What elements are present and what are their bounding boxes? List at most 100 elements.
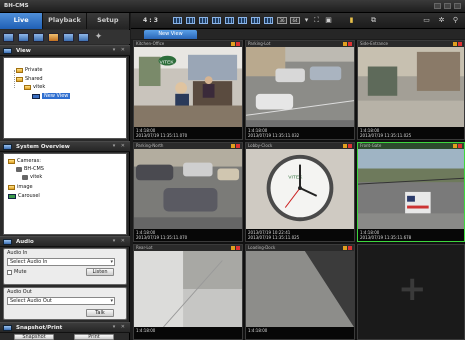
svg-text:VITEK: VITEK (160, 60, 175, 66)
view-tab-new-view[interactable]: New View (144, 30, 197, 39)
camera-tile-3[interactable]: Side-Entrance 1:4:18:00 2013/07/19 11:35:… (357, 40, 465, 140)
empty-camera-slot[interactable]: + (357, 244, 465, 340)
tile-footer: 1:4:18:00 2013/07/19 11:35:11.070 (134, 229, 242, 241)
layout-2x2-icon[interactable] (186, 17, 195, 24)
view-section-header[interactable]: View ▾ ✕ (0, 45, 130, 56)
camera-feed-office: VITEK (134, 47, 242, 127)
layout-3x3-icon[interactable] (212, 17, 221, 24)
aspect-ratio-toggle[interactable]: 4 : 3 (143, 17, 158, 24)
system-overview-header[interactable]: System Overview ▾ ✕ (0, 141, 130, 152)
section-collapse-icon[interactable]: ▾ ✕ (113, 238, 127, 244)
tree-item-new-view[interactable]: New View (32, 93, 71, 99)
audio-in-group: Audio In Select Audio In ▾ Mute Listen (3, 248, 127, 285)
audio-section-header[interactable]: Audio ▾ ✕ (0, 236, 130, 247)
layout-64-button[interactable]: 64 (290, 17, 300, 24)
snapshot-button[interactable]: Snapshot (14, 334, 54, 340)
maximize-button[interactable] (444, 3, 451, 9)
section-collapse-icon[interactable]: ▾ ✕ (113, 143, 127, 149)
camera-tile-8[interactable]: Loading-Dock 1:4:18:00 (245, 244, 355, 340)
section-collapse-icon[interactable]: ▾ ✕ (113, 324, 127, 330)
tile-footer: 1:4:18:00 2013/07/19 11:35:11.032 (246, 127, 354, 139)
audio-out-select[interactable]: Select Audio Out ▾ (7, 297, 115, 305)
view-tabs-bar: New View (131, 29, 465, 39)
tile-footer: 1:4:18:00 2013/07/19 11:35:11.678 (358, 229, 464, 241)
audio-out-group: Audio Out Select Audio Out ▾ Talk (3, 287, 127, 320)
audio-icon (3, 239, 12, 245)
search-icon[interactable]: ⚲ (451, 17, 460, 24)
layout-1p5-icon[interactable] (199, 17, 208, 24)
layout-5x5-icon[interactable] (264, 17, 273, 24)
audio-out-label: Audio Out (7, 289, 32, 295)
monitor-icon[interactable] (78, 32, 89, 42)
print-button[interactable]: Print (74, 334, 114, 340)
edit-view-icon[interactable] (33, 32, 44, 42)
server-icon (16, 166, 22, 172)
view-layout-icon (32, 93, 40, 99)
audio-in-select[interactable]: Select Audio In ▾ (7, 258, 115, 266)
view-tree: Private Shared vitek New View (3, 57, 127, 139)
chevron-down-icon: ▾ (110, 298, 113, 304)
layout-1x1-icon[interactable] (173, 17, 182, 24)
camera-feed-loading-dock (246, 251, 354, 327)
gear-icon[interactable]: ✲ (437, 17, 446, 24)
alarm-icon[interactable]: ▮ (347, 17, 356, 24)
camera-feed-parking (246, 47, 354, 127)
section-collapse-icon[interactable]: ▾ ✕ (113, 47, 127, 53)
tab-playback[interactable]: Playback (43, 13, 87, 29)
window-controls (434, 3, 461, 9)
tree-item-cameras[interactable]: Cameras: (8, 158, 41, 164)
mode-tabs: Live Playback Setup (0, 13, 130, 29)
camera-tile-2[interactable]: Parking-Lot 1:4:18:00 2013/07/19 11:35:11… (245, 40, 355, 140)
camera-tile-5[interactable]: Lobby-Clock VITEK 2013/07/19 10:22:41 201… (245, 142, 355, 242)
chevron-down-icon[interactable]: ▾ (302, 17, 311, 24)
folder-icon (16, 67, 23, 73)
tree-item-carousel[interactable]: Carousel (8, 193, 40, 199)
layout-36-button[interactable]: 36 (277, 17, 287, 24)
grid-view-icon[interactable] (18, 32, 29, 42)
chevron-down-icon: ▾ (110, 259, 113, 265)
folder-icon[interactable] (48, 32, 59, 42)
save-view-icon[interactable] (63, 32, 74, 42)
minimize-button[interactable] (434, 3, 441, 9)
camera-feed-clock: VITEK (246, 149, 354, 229)
tab-setup[interactable]: Setup (86, 13, 130, 29)
close-button[interactable] (454, 3, 461, 9)
tree-item-vitek-cam[interactable]: vitek (22, 174, 42, 180)
tile-footer: 1:4:18:00 2013/07/19 11:35:11.025 (358, 127, 464, 139)
camera-tile-1[interactable]: Kitchen-Office VITEK 1:4:18:00 2013/07/19… (133, 40, 243, 140)
listen-button[interactable]: Listen (86, 268, 114, 276)
camera-feed-entrance (358, 47, 464, 127)
audio-in-label: Audio In (7, 250, 28, 256)
tree-item-vitek[interactable]: vitek (24, 84, 45, 90)
mute-checkbox[interactable]: Mute (7, 269, 27, 275)
new-view-icon[interactable] (3, 32, 14, 42)
camera-feed-parking-north (134, 149, 242, 229)
camera-feed-rear-lot (134, 251, 242, 327)
tree-item-bh-cms[interactable]: BH-CMS (16, 166, 44, 172)
snapshot-icon (3, 325, 12, 331)
layout-4x4-icon[interactable] (238, 17, 247, 24)
fullscreen-icon[interactable]: ⛶ (312, 17, 321, 24)
system-overview-title: System Overview (16, 144, 70, 150)
folder-icon (24, 84, 31, 90)
system-tree: Cameras: BH-CMS vitek image Carousel (3, 153, 127, 235)
snapshot-section-header[interactable]: Snapshot/Print ▾ ✕ (0, 322, 130, 333)
keyboard-icon[interactable]: ▭ (422, 17, 431, 24)
layout-1p7-icon[interactable] (225, 17, 234, 24)
sequence-icon[interactable]: ▣ (324, 17, 333, 24)
camera-tile-7[interactable]: Rear-Lot 1:4:18:00 (133, 244, 243, 340)
settings-icon[interactable]: ✦ (93, 32, 104, 42)
app-title: BH-CMS (4, 3, 29, 9)
tile-footer: 1:4:18:00 (246, 327, 354, 339)
tree-item-shared[interactable]: Shared (16, 76, 43, 82)
tree-item-private[interactable]: Private (16, 67, 42, 73)
monitor-icon[interactable]: ⧉ (369, 17, 378, 24)
talk-button[interactable]: Talk (86, 309, 114, 317)
tree-item-image[interactable]: image (8, 184, 33, 190)
camera-tile-6[interactable]: Front-Gate 1:4:18:00 2013/07/19 11:35:11.… (357, 142, 465, 242)
folder-icon (8, 184, 15, 190)
layout-1p12-icon[interactable] (251, 17, 260, 24)
tab-live[interactable]: Live (0, 13, 44, 29)
camera-tile-4[interactable]: Parking-North 1:4:18:00 2013/07/19 11:35:… (133, 142, 243, 242)
tile-footer: 2013/07/19 10:22:41 2013/07/19 11:35:11.0… (246, 229, 354, 241)
